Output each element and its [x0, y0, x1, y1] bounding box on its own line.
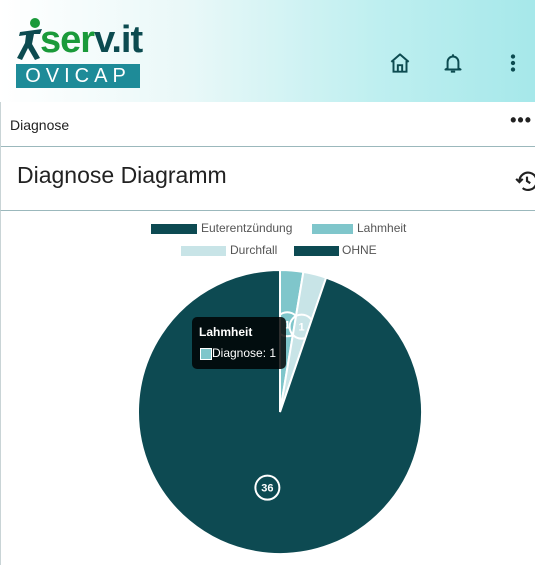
- home-icon[interactable]: [387, 50, 413, 76]
- bell-icon[interactable]: [440, 50, 466, 76]
- breadcrumb-bar: Diagnose •••: [0, 102, 535, 147]
- svg-text:36: 36: [261, 483, 273, 495]
- tooltip-title: Lahmheit: [199, 325, 253, 339]
- breadcrumb: Diagnose: [10, 117, 70, 133]
- pie-chart: 1 136: [137, 268, 423, 555]
- svg-text:1: 1: [299, 322, 305, 334]
- tooltip-label: Diagnose: 1: [212, 346, 277, 360]
- pie-slice-ohne[interactable]: [137, 268, 423, 555]
- chart-tooltip: Lahmheit Diagnose: 1: [192, 317, 286, 369]
- logo-wordmark: serv.it: [40, 19, 143, 61]
- logo-product-name: OVICAP: [16, 64, 140, 88]
- history-icon[interactable]: [514, 168, 535, 194]
- page-title: Diagnose Diagramm: [17, 162, 227, 188]
- tooltip-swatch: [200, 348, 212, 360]
- chart-area: Euterentzündung Lahmheit Durchfall OHNE 113…: [0, 211, 535, 565]
- breadcrumb-more-button[interactable]: •••: [510, 110, 532, 131]
- more-vert-icon[interactable]: [500, 50, 526, 76]
- title-bar: Diagnose Diagramm: [0, 146, 535, 211]
- app-header: serv.it OVICAP: [0, 0, 535, 102]
- servit-ovicap-logo[interactable]: serv.it OVICAP: [16, 16, 146, 92]
